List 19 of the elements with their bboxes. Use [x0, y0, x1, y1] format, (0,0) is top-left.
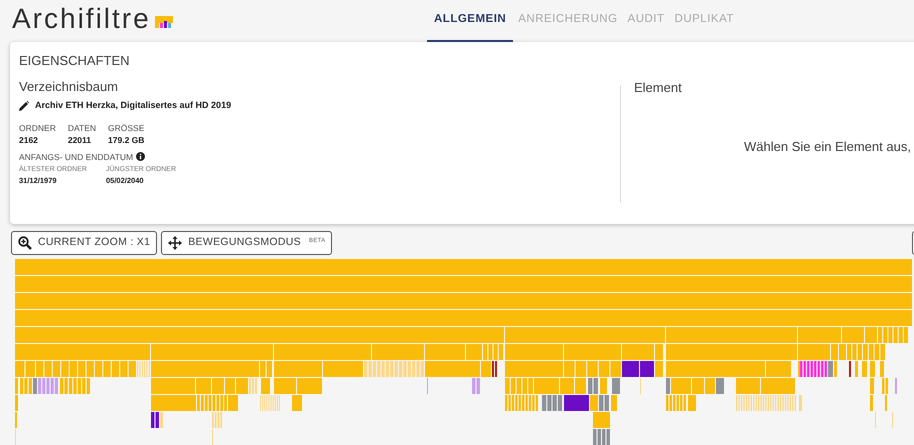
stat-value: 2162 — [19, 134, 39, 146]
stat-label: GRÖSSE — [108, 122, 144, 134]
stat-value: 179.2 GB — [108, 134, 144, 146]
move-icon — [168, 236, 182, 250]
pencil-icon[interactable] — [19, 100, 29, 111]
logo-icon — [154, 16, 173, 28]
zoom-in-icon — [18, 236, 32, 250]
card-title: EIGENSCHAFTEN — [19, 53, 131, 69]
dates-heading: ANFANGS- UND ENDDATUM — [19, 150, 134, 164]
zoom-button[interactable]: CURRENT ZOOM : X1 — [11, 231, 158, 255]
empty-hint: Wählen Sie ein Element aus, — [744, 138, 911, 156]
section-heading: Verzeichnisbaum — [19, 79, 119, 95]
info-icon[interactable] — [136, 152, 146, 162]
stat-value: 22011 — [68, 134, 92, 146]
app-logo: Archifiltre — [12, 3, 151, 35]
stat-label: ORDNER — [19, 122, 56, 134]
section-heading: Element — [634, 80, 683, 96]
tree-name: Archiv ETH Herzka, Digitalisertes auf HD 2019 — [35, 99, 232, 112]
stat-label: DATEN — [68, 122, 96, 134]
